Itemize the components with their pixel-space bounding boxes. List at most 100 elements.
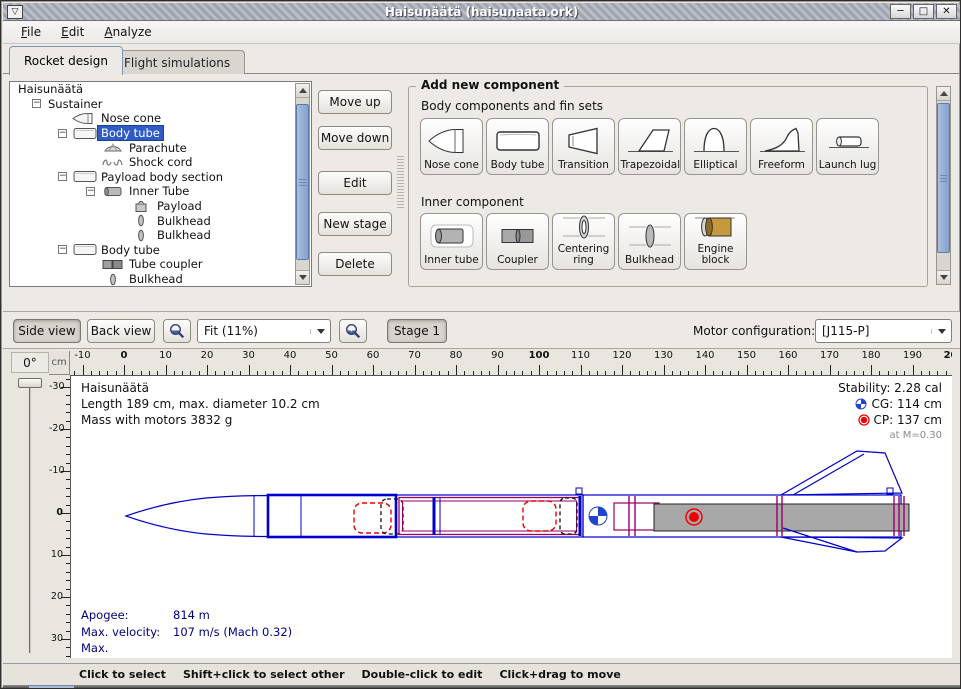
rotation-slider-handle[interactable]	[18, 378, 42, 388]
c-trapezoidal-icon	[623, 122, 677, 160]
scroll-up-icon[interactable]	[296, 84, 309, 98]
nose-cone-outline	[126, 496, 268, 537]
tree-item-label: Tube coupler	[126, 257, 206, 271]
tab-flight-simulations[interactable]: Flight simulations	[109, 50, 245, 74]
side-view-button[interactable]: Side view	[13, 319, 81, 343]
component-button-label: Nose cone	[423, 160, 481, 171]
flight-stat-row: Apogee:814 m	[81, 607, 292, 624]
tree-item-body-tube[interactable]: − Body tube	[10, 243, 311, 258]
tree-item-bulkhead[interactable]: Bulkhead	[10, 213, 311, 228]
status-hint: Double-click to edit	[362, 668, 483, 681]
tree-item-label: Body tube	[98, 243, 163, 257]
tree-item-sustainer[interactable]: −Sustainer	[10, 97, 311, 112]
tree-item-shock-cord[interactable]: Shock cord	[10, 155, 311, 170]
tree-item-tube-coupler[interactable]: Tube coupler	[10, 257, 311, 272]
expander-icon[interactable]: −	[86, 187, 95, 196]
menu-analyze[interactable]: Analyze	[94, 23, 161, 41]
expander-icon[interactable]: −	[58, 129, 67, 138]
flight-stat-row: Max. acceleration:49.8 m/s²	[81, 640, 292, 658]
scroll-down-icon[interactable]	[296, 270, 309, 284]
rocket-canvas[interactable]: Haisunäätä Length 189 cm, max. diameter …	[70, 375, 952, 658]
expander-icon[interactable]: −	[58, 172, 67, 181]
tree-item-label: Nose cone	[98, 111, 164, 125]
tree-item-label: Body tube	[98, 126, 163, 140]
move-down-button[interactable]: Move down	[318, 126, 392, 150]
add-coupler-button[interactable]: Coupler	[486, 213, 549, 270]
inner-component-label: Inner component	[421, 195, 524, 209]
window-title: Haisunäätä (haisunaata.ork)	[3, 5, 960, 19]
tree-item-label: Parachute	[126, 141, 190, 155]
scroll-up-icon[interactable]	[937, 87, 950, 101]
tree-item-payload-body-section[interactable]: − Payload body section	[10, 170, 311, 185]
tree-item-inner-tube[interactable]: −Inner Tube	[10, 184, 311, 199]
component-tree[interactable]: Haisunäätä−SustainerNose cone−Body tubeP…	[9, 81, 312, 287]
bodytube-icon	[71, 170, 98, 183]
status-hint: Shift+click to select other	[183, 668, 345, 681]
component-button-label: Freeform	[753, 160, 811, 171]
tree-scrollbar-thumb[interactable]	[296, 104, 309, 260]
tree-item-label: Payload body section	[98, 170, 226, 184]
shockcord-icon	[99, 156, 126, 169]
menu-edit[interactable]: Edit	[51, 23, 94, 41]
component-button-label: Trapezoidal	[621, 160, 679, 171]
splitter-handle[interactable]	[397, 156, 404, 208]
menu-file[interactable]: File	[11, 23, 51, 41]
component-button-label: Centering ring	[555, 244, 613, 266]
add-nose-cone-button[interactable]: Nose cone	[420, 118, 483, 175]
rocket-mass: Mass with motors 3832 g	[81, 412, 320, 428]
tree-item-haisun-t-[interactable]: Haisunäätä	[10, 82, 311, 97]
add-centering-ring-button[interactable]: Centering ring	[552, 213, 615, 270]
component-button-label: Elliptical	[687, 160, 745, 171]
close-button[interactable]: ✕	[936, 4, 957, 19]
back-view-button[interactable]: Back view	[87, 319, 155, 343]
tree-scrollbar[interactable]	[295, 83, 310, 285]
bodytube-icon	[71, 127, 98, 140]
add-bulkhead-button[interactable]: Bulkhead	[618, 213, 681, 270]
bodytube-icon	[71, 243, 98, 256]
titlebar: ▽ Haisunäätä (haisunaata.ork) ─ □ ✕	[3, 3, 960, 21]
tree-item-body-tube[interactable]: − Body tube	[10, 126, 311, 141]
view-toolbar: Side view Back view Fit (11%) Stage 1 Mo…	[3, 311, 960, 349]
add-launch-lug-button[interactable]: Launch lug	[816, 118, 879, 175]
minimize-button[interactable]: ─	[890, 4, 911, 19]
add-trapezoidal-button[interactable]: Trapezoidal	[618, 118, 681, 175]
add-elliptical-button[interactable]: Elliptical	[684, 118, 747, 175]
add-body-tube-button[interactable]: Body tube	[486, 118, 549, 175]
c-bodytube-icon	[491, 122, 545, 160]
cp-icon	[858, 414, 870, 426]
tree-item-payload[interactable]: Payload	[10, 199, 311, 214]
rocket-view-area: 0° cm -100102030405060708090100110120130…	[3, 349, 960, 663]
zoom-in-button[interactable]	[339, 319, 367, 343]
maximize-button[interactable]: □	[913, 4, 934, 19]
tree-item-bulkhead[interactable]: Bulkhead	[10, 272, 311, 287]
move-up-button[interactable]: Move up	[318, 90, 392, 114]
tree-item-parachute[interactable]: Parachute	[10, 140, 311, 155]
nosecone-icon	[71, 112, 98, 125]
zoom-select[interactable]: Fit (11%)	[197, 319, 331, 343]
edit-button[interactable]: Edit	[318, 171, 392, 195]
add-engine-block-button[interactable]: Engine block	[684, 213, 747, 270]
stage-1-toggle[interactable]: Stage 1	[387, 319, 447, 343]
tree-item-nose-cone[interactable]: Nose cone	[10, 111, 311, 126]
panel-scrollbar-thumb[interactable]	[937, 103, 950, 253]
add-freeform-button[interactable]: Freeform	[750, 118, 813, 175]
component-button-label: Inner tube	[423, 255, 481, 266]
tree-item-bulkhead[interactable]: Bulkhead	[10, 228, 311, 243]
rotation-slider-track[interactable]	[29, 383, 31, 653]
zoom-out-button[interactable]	[163, 319, 191, 343]
component-button-label: Coupler	[489, 255, 547, 266]
new-stage-button[interactable]: New stage	[318, 212, 392, 236]
add-inner-tube-button[interactable]: Inner tube	[420, 213, 483, 270]
motor-configuration-select[interactable]: [J115-P]	[815, 319, 952, 343]
scroll-down-icon[interactable]	[937, 270, 950, 284]
add-transition-button[interactable]: Transition	[552, 118, 615, 175]
delete-button[interactable]: Delete	[318, 252, 392, 276]
tab-rocket-design[interactable]: Rocket design	[9, 46, 123, 75]
cp-value: CP: 137 cm	[874, 412, 942, 428]
panel-scrollbar[interactable]	[936, 86, 951, 285]
expander-icon[interactable]: −	[58, 245, 67, 254]
expander-icon[interactable]: −	[32, 99, 41, 108]
openrocket-window: ▽ Haisunäätä (haisunaata.ork) ─ □ ✕ File…	[0, 0, 961, 689]
motor-mount-tube	[614, 503, 659, 530]
payload-icon	[127, 200, 154, 213]
